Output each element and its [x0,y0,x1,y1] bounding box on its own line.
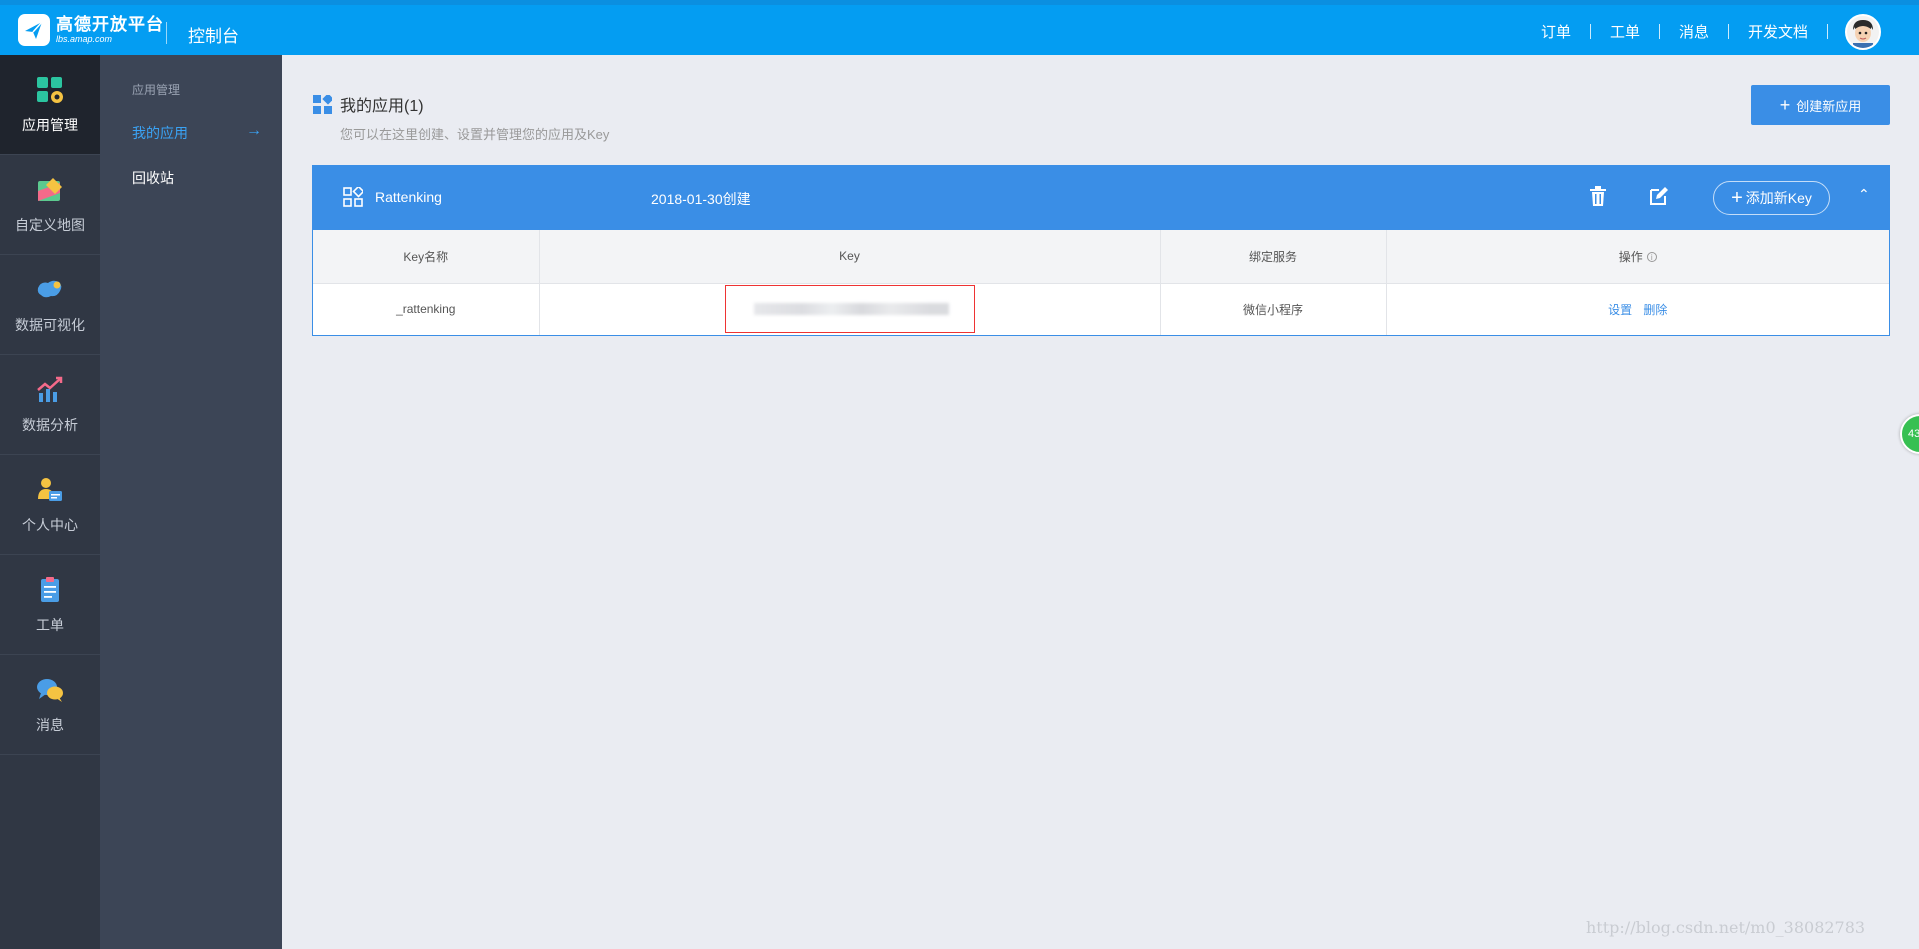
user-card-icon [38,477,62,501]
china-map-icon [37,280,62,297]
column-header-key-name: Key名称 [313,230,540,284]
trend-chart-icon [37,376,63,402]
sidebar-item-data-visualization[interactable]: 数据可视化 [0,255,100,355]
table-header-row: Key名称 Key 绑定服务 操作 i [313,230,1889,284]
app-card-header: Rattenking 2018-01-30创建 + 添加新Key ⌃ [313,166,1889,230]
sidebar-item-data-analysis[interactable]: 数据分析 [0,355,100,455]
service-cell: 微信小程序 [1160,283,1387,335]
nav-divider [1827,24,1828,39]
delete-link[interactable]: 删除 [1643,303,1667,317]
add-key-button[interactable]: + 添加新Key [1713,181,1830,215]
sub-sidebar: 应用管理 我的应用 → 回收站 [100,55,282,949]
top-bar: 高德开放平台 lbs.amap.com 控制台 订单 工单 消息 开发文档 [0,0,1919,55]
column-header-actions: 操作 i [1386,230,1889,284]
sidebar-item-messages[interactable]: 消息 [0,655,100,755]
logo-name: 高德开放平台 [56,15,164,34]
info-icon[interactable]: i [1646,251,1657,262]
sidebar-item-label: 数据可视化 [15,316,85,333]
column-header-service: 绑定服务 [1160,230,1387,284]
sidebar-item-label: 数据分析 [22,416,78,433]
add-key-label: 添加新Key [1745,190,1812,206]
amap-logo[interactable]: 高德开放平台 lbs.amap.com [18,14,164,46]
nav-divider [1727,24,1729,39]
floating-badge[interactable]: 43 [1900,414,1919,454]
sidebar-item-app-management[interactable]: 应用管理 [0,55,100,155]
edit-icon[interactable] [1649,186,1669,206]
watermark: http://blog.csdn.net/m0_38082783 [1586,918,1866,937]
plus-icon: + [1779,95,1791,115]
header-divider [166,22,167,44]
user-avatar[interactable] [1845,14,1881,50]
clipboard-icon [41,576,59,602]
settings-link[interactable]: 设置 [1608,303,1632,317]
app-created-date: 2018-01-30创建 [651,191,751,207]
app-card: Rattenking 2018-01-30创建 + 添加新Key ⌃ Key名称… [312,165,1890,336]
keys-table: Key名称 Key 绑定服务 操作 i _rattenking 微信小程序 设置 … [313,230,1889,335]
custom-map-icon [38,177,62,201]
subnav-recycle-bin[interactable]: 回收站 [132,168,174,188]
console-title[interactable]: 控制台 [188,22,239,47]
key-value-highlight [724,285,975,334]
sidebar-item-label: 消息 [36,716,64,733]
nav-divider [1658,24,1660,39]
nav-messages[interactable]: 消息 [1679,21,1709,42]
amap-logo-icon [18,14,50,46]
arrow-right-icon: → [246,122,262,139]
table-row: _rattenking 微信小程序 设置 删除 [313,283,1889,335]
subnav-my-apps-label: 我的应用 [132,125,188,141]
logo-url: lbs.amap.com [56,34,113,44]
sidebar-item-label: 应用管理 [22,116,78,133]
key-value-cell [539,283,1161,335]
sidebar-item-personal-center[interactable]: 个人中心 [0,455,100,555]
create-app-label: 创建新应用 [1796,98,1862,114]
icon-sidebar: 应用管理 自定义地图 数据可视化 数据分析 个人中心 工单 消息 [0,55,100,949]
app-name: Rattenking [375,189,442,205]
chat-bubbles-icon [37,678,63,702]
key-value-redacted [753,303,949,316]
sidebar-item-custom-map[interactable]: 自定义地图 [0,155,100,255]
sidebar-item-label: 工单 [36,616,64,633]
subnav-section-title: 应用管理 [132,83,181,97]
key-name-cell: _rattenking [313,283,540,335]
column-header-key: Key [539,230,1161,284]
actions-cell: 设置 删除 [1386,283,1889,335]
create-app-button[interactable]: + 创建新应用 [1751,85,1890,125]
plus-icon: + [1731,187,1743,209]
sidebar-item-label: 个人中心 [22,516,78,533]
subnav-my-apps[interactable]: 我的应用 → [132,122,262,143]
app-grid-icon [343,187,363,207]
apps-icon [313,94,332,114]
sidebar-item-tickets[interactable]: 工单 [0,555,100,655]
nav-dev-docs[interactable]: 开发文档 [1748,21,1808,42]
column-header-actions-label: 操作 [1618,249,1643,264]
chevron-up-icon[interactable]: ⌃ [1858,186,1870,203]
nav-orders[interactable]: 订单 [1541,21,1571,42]
page-title-text: 我的应用(1) [340,98,424,115]
trash-icon[interactable] [1589,186,1607,206]
top-nav: 订单 工单 消息 开发文档 [1541,21,1847,42]
page-title: 我的应用(1) [313,92,424,116]
app-grid-gear-icon [37,76,63,103]
sidebar-item-label: 自定义地图 [15,216,85,233]
page-subtitle: 您可以在这里创建、设置并管理您的应用及Key [340,127,610,142]
nav-tickets[interactable]: 工单 [1610,21,1640,42]
nav-divider [1589,24,1591,39]
